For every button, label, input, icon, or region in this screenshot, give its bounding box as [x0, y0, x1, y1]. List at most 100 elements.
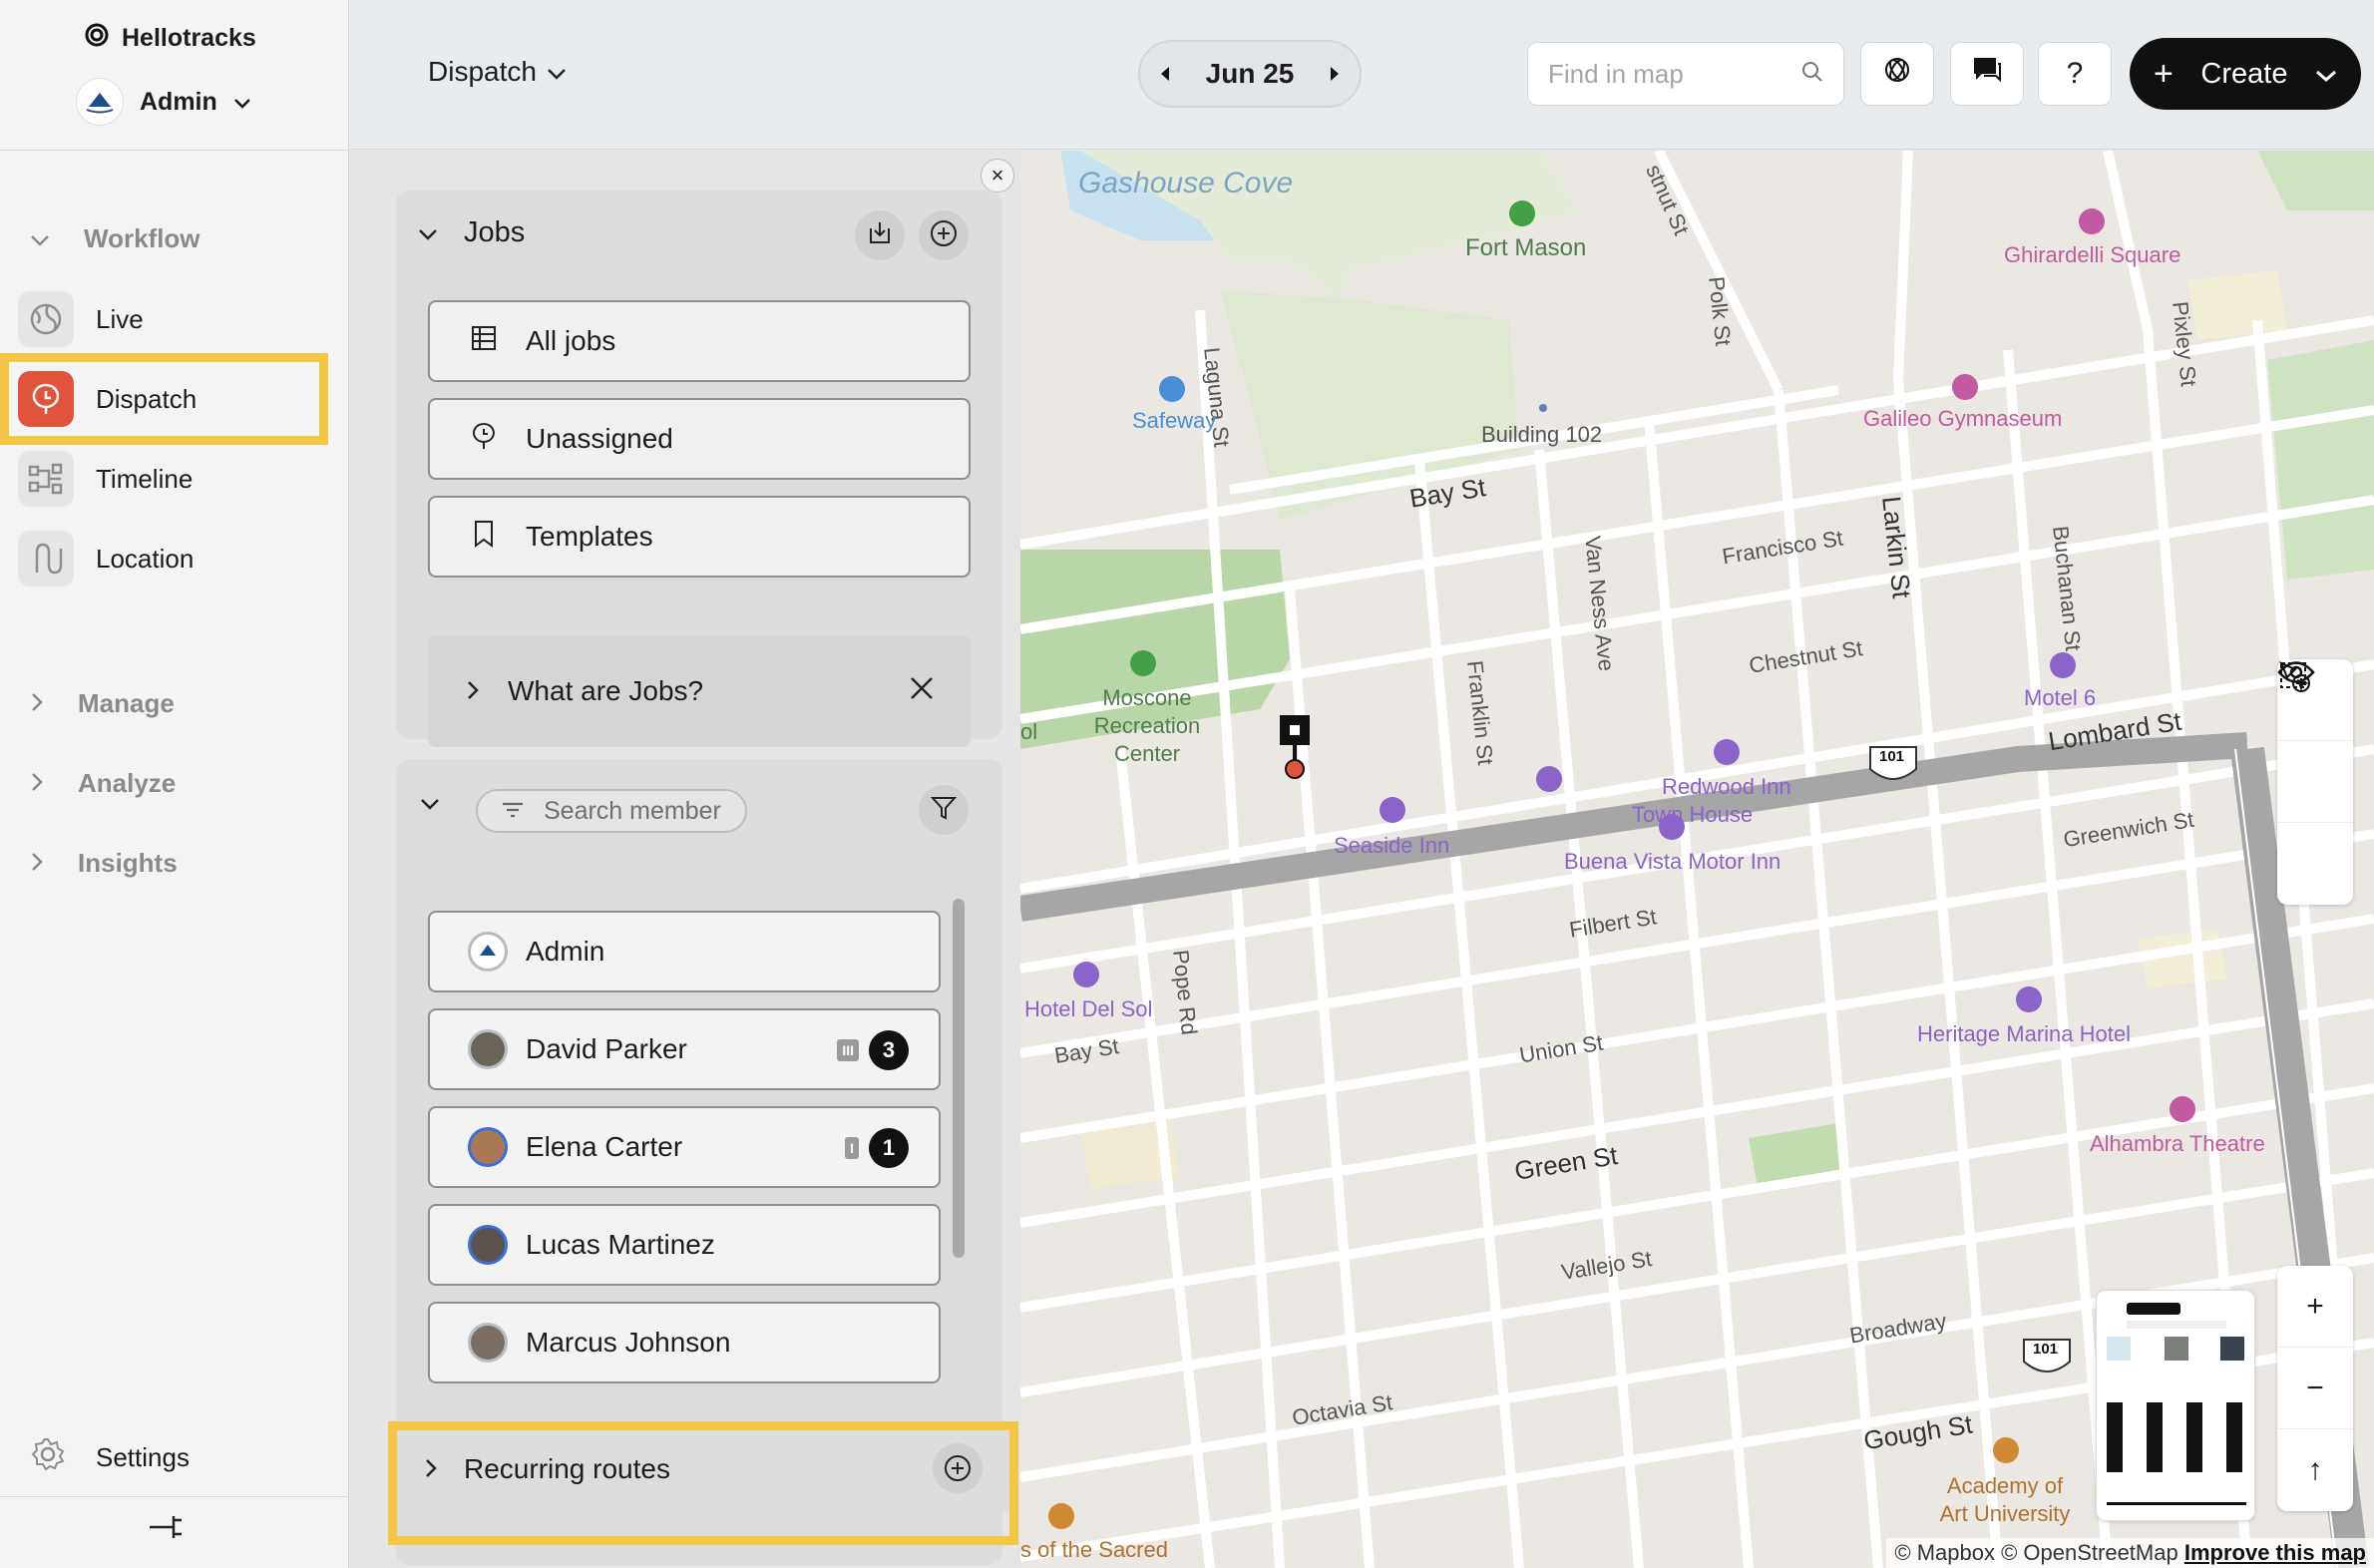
section-manage[interactable]: Manage	[30, 688, 175, 719]
user-menu[interactable]: Admin	[76, 78, 251, 126]
poi-label: Building 102	[1481, 422, 1603, 447]
import-jobs-button[interactable]	[855, 210, 905, 260]
chevron-right-icon	[466, 675, 480, 707]
poi-label: Buena Vista Motor Inn	[1564, 849, 1781, 874]
add-job-button[interactable]	[919, 210, 969, 260]
date-picker: Jun 25	[1138, 40, 1362, 108]
member-row[interactable]: David Parker III 3	[428, 1008, 941, 1090]
poi-label: Academy of Art University	[1939, 1473, 2071, 1526]
highlight-dispatch	[0, 353, 328, 445]
map-tools	[2277, 659, 2353, 905]
zoom-in-button[interactable]: +	[2277, 1266, 2353, 1348]
create-label: Create	[2200, 57, 2288, 90]
poi-label: Galileo Gymnaseum	[1863, 406, 2063, 431]
section-label: Analyze	[78, 768, 177, 798]
ai-icon	[1880, 53, 1914, 95]
sidebar-item-location[interactable]: Location	[14, 528, 313, 589]
table-icon	[470, 324, 498, 359]
member-name: Lucas Martinez	[526, 1229, 715, 1260]
sidebar-item-settings[interactable]: Settings	[14, 1426, 313, 1488]
close-icon[interactable]	[909, 675, 935, 708]
member-list-scrollbar[interactable]	[953, 899, 965, 1258]
draw-route-button[interactable]	[2277, 661, 2353, 823]
collapse-members-icon[interactable]	[420, 797, 440, 816]
user-name: Admin	[140, 87, 217, 116]
member-row[interactable]: Admin	[428, 911, 941, 992]
brand[interactable]: Hellotracks	[84, 22, 256, 55]
poi-label: Gashouse Cove	[1078, 167, 1294, 199]
section-analyze[interactable]: Analyze	[30, 768, 176, 799]
prev-day-button[interactable]	[1158, 58, 1172, 90]
sidebar-item-label: Timeline	[96, 463, 194, 494]
improve-map-link[interactable]: Improve this map	[2184, 1540, 2366, 1565]
poi-label: Alhambra Theatre	[2090, 1131, 2265, 1156]
chevron-right-icon	[30, 688, 44, 719]
zoom-controls: + − ↑	[2277, 1266, 2353, 1511]
sidebar-item-label: Live	[96, 303, 144, 334]
member-search-placeholder: Search member	[544, 796, 721, 825]
plus-circle-icon	[930, 219, 958, 252]
pin-sidebar-icon[interactable]	[146, 1512, 186, 1547]
map-search	[1527, 42, 1844, 106]
poi-label: Redwood Inn	[1662, 774, 1791, 799]
view-switcher[interactable]: Dispatch	[428, 56, 567, 88]
job-count-badge: 3	[869, 1030, 909, 1070]
help-label: ?	[2066, 57, 2084, 90]
member-row[interactable]: Elena Carter I 1	[428, 1106, 941, 1188]
bookmark-icon	[470, 519, 498, 556]
chat-icon	[1972, 56, 2002, 92]
faq-label: What are Jobs?	[508, 675, 704, 706]
funnel-icon	[930, 795, 958, 826]
ai-assistant-button[interactable]	[1860, 42, 1934, 106]
avatar	[468, 1323, 508, 1363]
map-search-input[interactable]	[1548, 58, 1778, 90]
water-label: Gashouse Cove	[1078, 167, 1293, 200]
create-button[interactable]: + Create	[2130, 38, 2361, 110]
member-name: David Parker	[526, 1033, 687, 1064]
visibility-button[interactable]	[2277, 661, 2353, 905]
templates-button[interactable]: Templates	[428, 496, 971, 578]
messages-button[interactable]	[1950, 42, 2024, 106]
what-are-jobs-panel[interactable]: What are Jobs?	[428, 635, 971, 747]
poi-label: Moscone Recreation Center	[1093, 685, 1201, 766]
highway-shield-label: 101	[1879, 748, 1905, 765]
section-label: Workflow	[84, 223, 200, 253]
chevron-down-icon	[30, 223, 50, 254]
avatar	[468, 1127, 508, 1167]
plus-icon: +	[2154, 54, 2174, 93]
sidebar-item-live[interactable]: Live	[14, 288, 313, 350]
chevron-right-icon	[30, 768, 44, 799]
attribution-text: © Mapbox © OpenStreetMap	[1894, 1540, 2178, 1565]
poi-label: Hotel Del Sol	[1024, 996, 1153, 1021]
member-search[interactable]: Search member	[476, 789, 747, 833]
import-icon	[867, 220, 893, 251]
section-insights[interactable]: Insights	[30, 848, 178, 879]
sidebar-item-timeline[interactable]: Timeline	[14, 448, 313, 510]
member-job-status: I 1	[845, 1128, 909, 1168]
gear-icon	[30, 1436, 66, 1479]
help-button[interactable]: ?	[2038, 42, 2112, 106]
next-day-button[interactable]	[1328, 58, 1342, 90]
all-jobs-button[interactable]: All jobs	[428, 300, 971, 382]
sidebar-item-label: Settings	[96, 1441, 190, 1472]
job-bars-badge: III	[837, 1039, 859, 1061]
map-view[interactable]: Laguna St Bay St Francisco St Chestnut S…	[1020, 151, 2374, 1568]
section-label: Manage	[78, 688, 175, 718]
filter-button[interactable]	[919, 785, 969, 835]
close-panel-button[interactable]: ×	[981, 159, 1014, 193]
timeline-icon	[18, 451, 74, 507]
map-layers-panel[interactable]	[2096, 1290, 2255, 1521]
reset-north-button[interactable]: ↑	[2277, 1429, 2353, 1511]
jobs-header[interactable]: Jobs	[418, 216, 525, 249]
map-attribution: © Mapbox © OpenStreetMap Improve this ma…	[1886, 1538, 2374, 1568]
section-workflow[interactable]: Workflow	[30, 223, 200, 254]
filter-lines-icon	[502, 797, 524, 826]
hellotracks-logo-icon	[84, 22, 110, 55]
unassigned-button[interactable]: Unassigned	[428, 398, 971, 480]
view-label: Dispatch	[428, 56, 537, 87]
zoom-out-button[interactable]: −	[2277, 1348, 2353, 1429]
poi-label: Heritage Marina Hotel	[1917, 1021, 2131, 1046]
member-row[interactable]: Marcus Johnson	[428, 1302, 941, 1383]
member-row[interactable]: Lucas Martinez	[428, 1204, 941, 1286]
current-date[interactable]: Jun 25	[1206, 58, 1295, 90]
